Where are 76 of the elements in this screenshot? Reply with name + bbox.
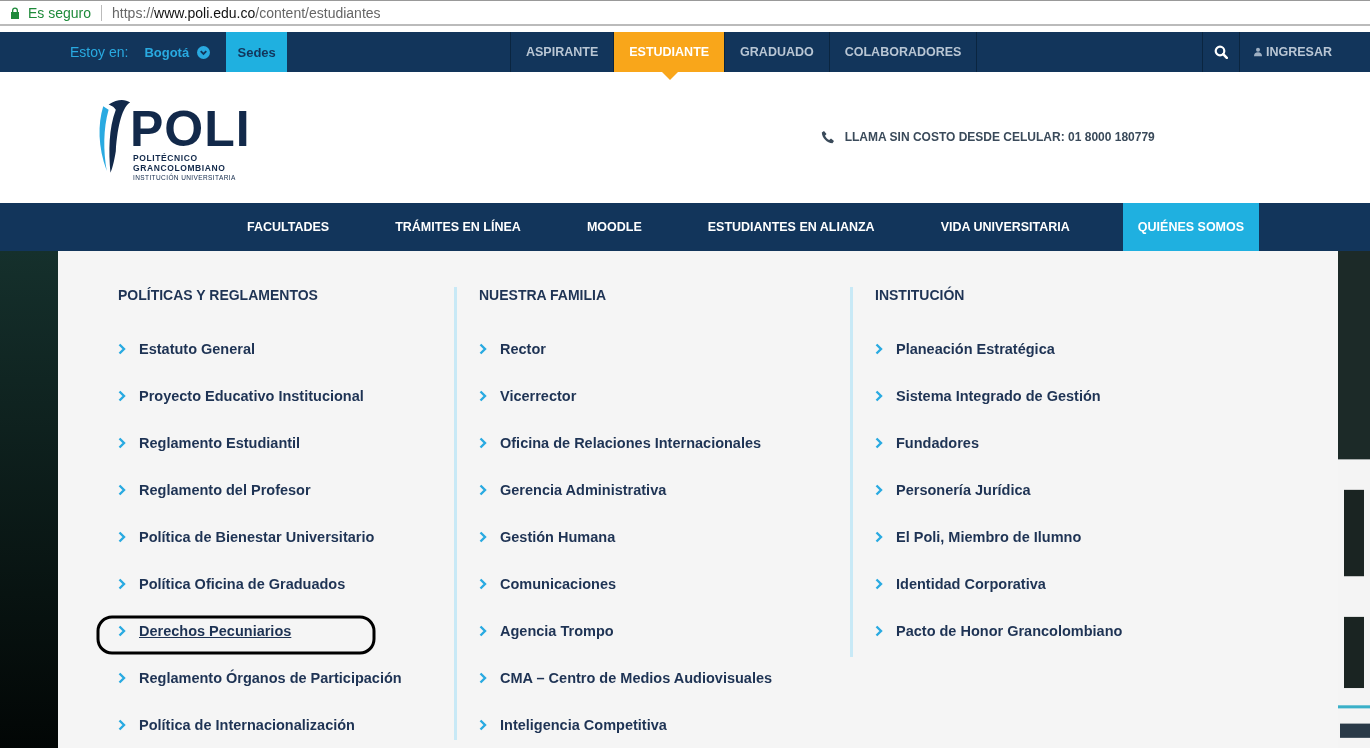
- menu-link[interactable]: Rector: [500, 340, 546, 357]
- menu-heading: POLÍTICAS Y REGLAMENTOS: [118, 287, 319, 303]
- logo-text: GRANCOLOMBIANO: [133, 162, 227, 173]
- chevron-down-icon: [197, 45, 211, 59]
- menu-link[interactable]: Reglamento Estudiantil: [139, 434, 301, 451]
- menu-link[interactable]: Reglamento Órganos de Participación: [139, 669, 402, 686]
- nav-item[interactable]: FACULTADES: [214, 202, 363, 251]
- menu-link[interactable]: El Poli, Miembro de Ilumno: [896, 528, 1082, 545]
- chevron-right-icon: [479, 718, 487, 731]
- menu-link[interactable]: Fundadores: [896, 434, 979, 451]
- tab-pointer-icon: [661, 71, 678, 80]
- menu-link[interactable]: Estatuto General: [139, 340, 256, 357]
- phone-text: LLAMA SIN COSTO DESDE CELULAR: 01 8000 180779: [844, 130, 1155, 145]
- search-button[interactable]: [1202, 32, 1240, 72]
- chevron-right-icon: [479, 624, 487, 637]
- chevron-right-icon: [875, 389, 883, 402]
- logo-wordmark: POLI: [130, 106, 251, 151]
- chevron-right-icon: [875, 436, 883, 449]
- menu-link[interactable]: Gestión Humana: [500, 528, 616, 545]
- user-icon: [1254, 46, 1262, 59]
- logo-text: POLITÉCNICO: [133, 152, 199, 163]
- menu-link[interactable]: Gerencia Administrativa: [500, 481, 667, 498]
- chevron-right-icon: [118, 671, 126, 684]
- search-icon: [1214, 45, 1228, 60]
- login-button[interactable]: INGRESAR: [1240, 32, 1338, 72]
- chevron-right-icon: [479, 483, 487, 496]
- chevron-right-icon: [118, 389, 126, 402]
- menu-link[interactable]: Comunicaciones: [500, 575, 617, 592]
- audience-tab[interactable]: COLABORADORES: [829, 32, 978, 72]
- chevron-right-icon: [118, 718, 126, 731]
- chevron-right-icon: [875, 483, 883, 496]
- menu-link[interactable]: Planeación Estratégica: [896, 340, 1055, 357]
- menu-link[interactable]: Personería Jurídica: [896, 481, 1031, 498]
- chevron-right-icon: [118, 436, 126, 449]
- menu-link[interactable]: Oficina de Relaciones Internacionales: [500, 434, 762, 451]
- lock-icon: [10, 6, 20, 19]
- menu-link[interactable]: CMA – Centro de Medios Audiovisuales: [500, 669, 773, 686]
- nav-item[interactable]: VIDA UNIVERSITARIA: [907, 202, 1103, 251]
- chevron-right-icon: [875, 342, 883, 355]
- menu-link[interactable]: Vicerrector: [500, 387, 577, 404]
- menu-link[interactable]: Agencia Trompo: [500, 622, 614, 639]
- menu-heading: NUESTRA FAMILIA: [479, 287, 608, 303]
- chevron-right-icon: [118, 624, 126, 637]
- security-label: Es seguro: [28, 4, 92, 21]
- chevron-right-icon: [118, 483, 126, 496]
- chevron-right-icon: [118, 530, 126, 543]
- chevron-right-icon: [479, 436, 487, 449]
- phone-icon: [820, 130, 835, 145]
- address-bar-url[interactable]: https://www.poli.edu.co/content/estudiantes: [112, 4, 381, 21]
- menu-link[interactable]: Política de Internacionalización: [139, 716, 355, 733]
- nav-item[interactable]: ESTUDIANTES EN ALIANZA: [674, 202, 908, 251]
- nav-item[interactable]: TRÁMITES EN LÍNEA: [362, 202, 554, 251]
- menu-link[interactable]: Política de Bienestar Universitario: [139, 528, 375, 545]
- location-label: Estoy en:: [70, 44, 129, 61]
- chevron-right-icon: [479, 342, 487, 355]
- menu-link[interactable]: Política Oficina de Graduados: [139, 575, 346, 592]
- menu-link[interactable]: Reglamento del Profesor: [139, 481, 311, 498]
- chevron-right-icon: [479, 530, 487, 543]
- menu-link[interactable]: Inteligencia Competitiva: [500, 716, 667, 733]
- nav-item[interactable]: MOODLE: [553, 202, 675, 251]
- chevron-right-icon: [479, 389, 487, 402]
- chevron-right-icon: [875, 530, 883, 543]
- city-selector[interactable]: Bogotá: [144, 44, 211, 60]
- menu-heading: INSTITUCIÓN: [875, 287, 966, 303]
- chevron-right-icon: [875, 624, 883, 637]
- chevron-right-icon: [118, 342, 126, 355]
- chevron-right-icon: [479, 671, 487, 684]
- chevron-right-icon: [118, 577, 126, 590]
- sedes-button[interactable]: Sedes: [226, 32, 288, 72]
- audience-tab[interactable]: GRADUADO: [725, 32, 830, 72]
- chevron-right-icon: [875, 577, 883, 590]
- menu-link[interactable]: Sistema Integrado de Gestión: [896, 387, 1101, 404]
- menu-link[interactable]: Pacto de Honor Grancolombiano: [896, 622, 1123, 639]
- menu-link[interactable]: Identidad Corporativa: [896, 575, 1046, 592]
- chevron-right-icon: [479, 577, 487, 590]
- menu-link[interactable]: Proyecto Educativo Institucional: [139, 387, 364, 404]
